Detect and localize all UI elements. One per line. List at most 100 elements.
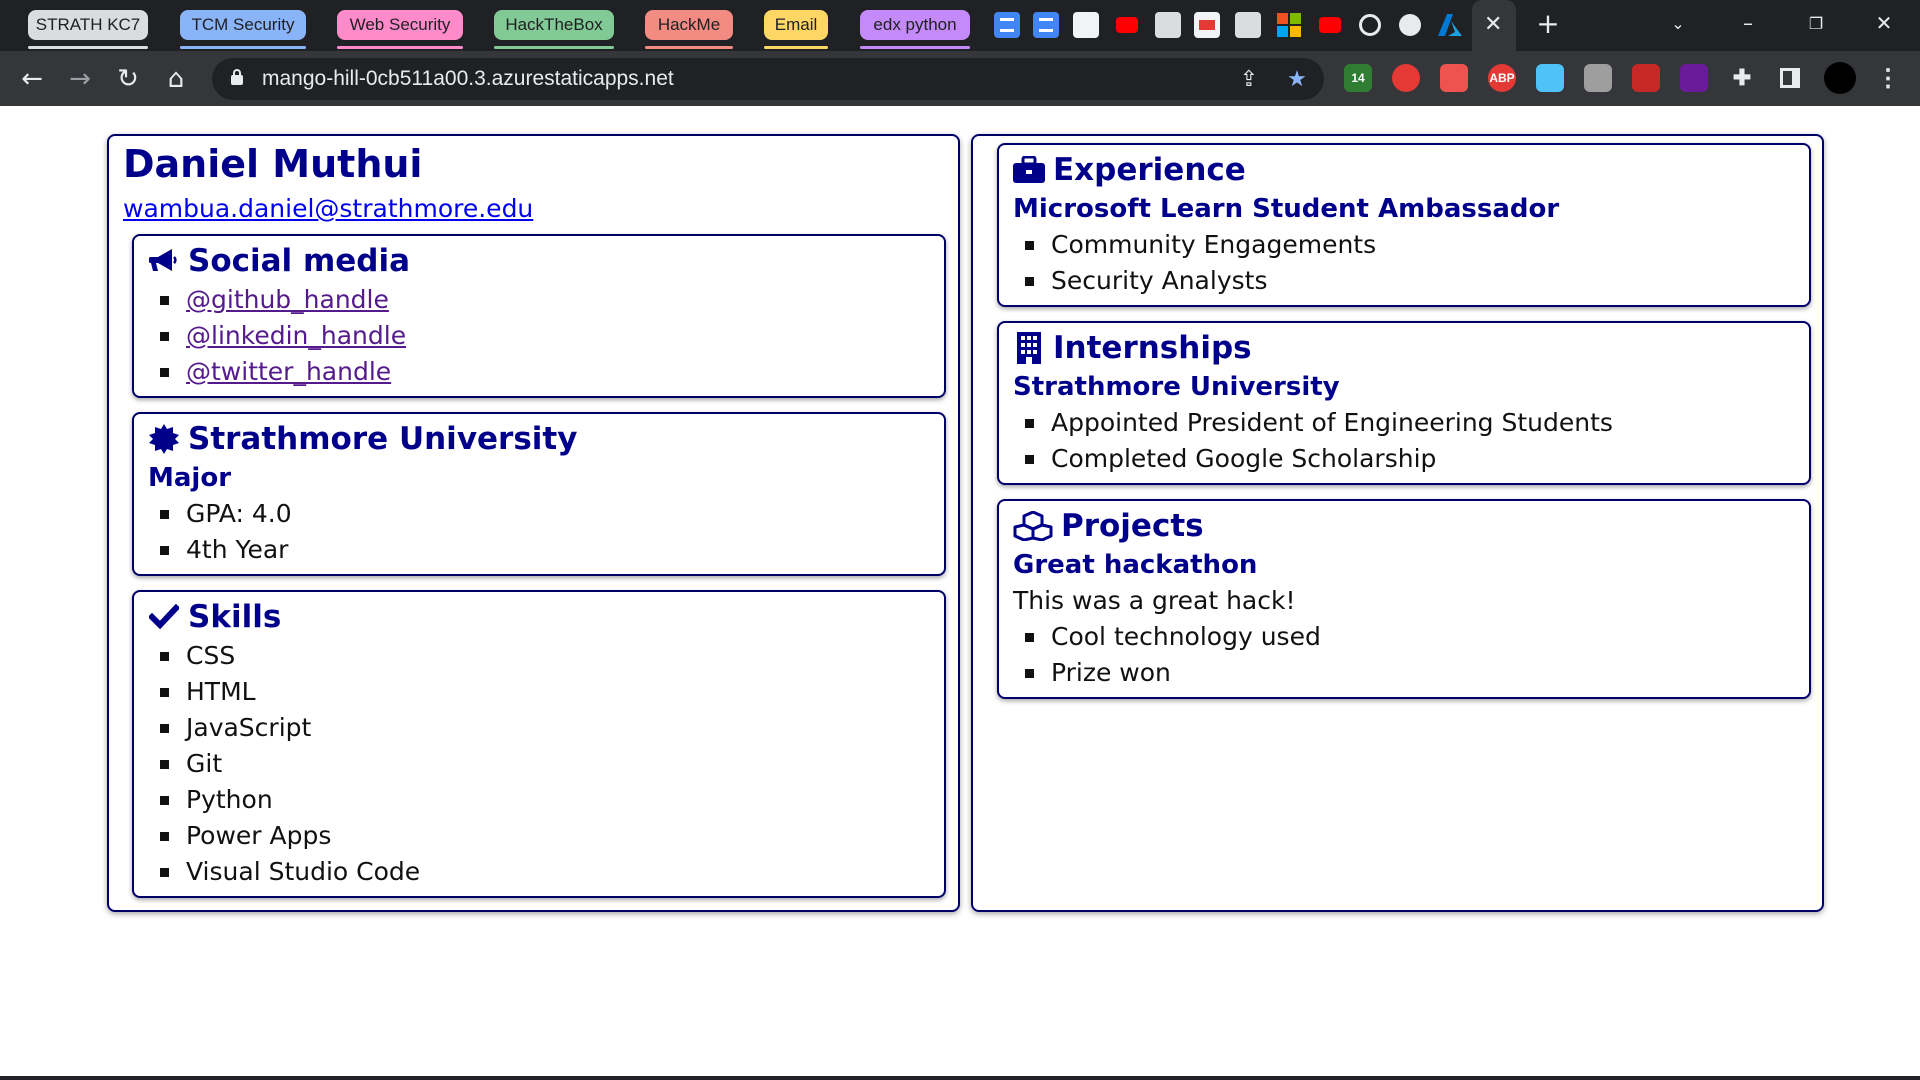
page-tab-icon[interactable] <box>1073 12 1099 38</box>
monitor-extension-icon[interactable] <box>1680 64 1708 92</box>
youtube-tab-icon[interactable] <box>1114 12 1140 38</box>
list-item: CSS <box>148 638 930 674</box>
list-item: Visual Studio Code <box>148 854 930 890</box>
list-item: Git <box>148 746 930 782</box>
extension-badge: 14 <box>1351 71 1365 85</box>
menu-kebab-icon[interactable]: ⋮ <box>1874 64 1902 92</box>
github-tab-icon[interactable] <box>1357 12 1383 38</box>
printer-extension-icon[interactable] <box>1584 64 1612 92</box>
internships-heading: Internships <box>1013 327 1795 369</box>
projects-title: Projects <box>1061 508 1204 544</box>
education-subtitle: Major <box>148 463 232 493</box>
projects-card: Projects Great hackathon This was a grea… <box>997 499 1811 699</box>
twitter-link[interactable]: @twitter_handle <box>186 357 391 386</box>
list-item: HTML <box>148 674 930 710</box>
experience-title: Experience <box>1053 152 1246 188</box>
skills-list: CSS HTML JavaScript Git Python Power App… <box>148 638 930 890</box>
social-media-card: Social media @github_handle @linkedin_ha… <box>132 234 946 398</box>
list-item: 4th Year <box>148 532 930 568</box>
education-title: Strathmore University <box>188 421 578 457</box>
certificate-icon <box>148 423 180 455</box>
left-column: Daniel Muthui wambua.daniel@strathmore.e… <box>107 134 960 912</box>
close-window-icon[interactable]: ✕ <box>1866 8 1902 38</box>
check-icon <box>148 601 180 633</box>
home-icon[interactable]: ⌂ <box>158 61 194 97</box>
projects-subtitle: Great hackathon <box>1013 550 1258 580</box>
list-item: @twitter_handle <box>148 354 930 390</box>
back-icon[interactable]: ← <box>14 61 50 97</box>
experience-subtitle: Microsoft Learn Student Ambassador <box>1013 194 1560 224</box>
social-media-heading: Social media <box>148 240 930 282</box>
azure-tab-icon[interactable] <box>1437 12 1463 38</box>
projects-list: Cool technology used Prize won <box>1013 619 1795 691</box>
adblock-extension-icon[interactable]: ABP <box>1488 64 1516 92</box>
microsoft-tab-icon[interactable] <box>1276 12 1302 38</box>
list-item: Python <box>148 782 930 818</box>
tab-group-hackme[interactable]: HackMe <box>645 10 733 49</box>
extensions-puzzle-icon[interactable]: ✚ <box>1728 64 1756 92</box>
skills-heading: Skills <box>148 596 930 638</box>
internships-subtitle: Strathmore University <box>1013 372 1340 402</box>
briefcase-icon <box>1013 154 1045 186</box>
pdf-extension-icon[interactable] <box>1440 64 1468 92</box>
linkedin-link[interactable]: @linkedin_handle <box>186 321 406 350</box>
shield-extension-icon[interactable]: 14 <box>1344 64 1372 92</box>
page-tab-icon[interactable] <box>1235 12 1261 38</box>
list-item: JavaScript <box>148 710 930 746</box>
bookmark-star-icon[interactable]: ★ <box>1282 64 1312 94</box>
cubes-icon <box>1013 510 1053 542</box>
tab-group-email[interactable]: Email <box>764 10 828 49</box>
side-panel-icon[interactable] <box>1776 64 1804 92</box>
projects-heading: Projects <box>1013 505 1795 547</box>
tab-group-strath-kc7[interactable]: STRATH KC7 <box>28 10 148 49</box>
active-tab[interactable]: ✕ <box>1472 0 1516 51</box>
share-icon[interactable]: ⇪ <box>1234 64 1264 94</box>
list-item: Prize won <box>1013 655 1795 691</box>
list-item: Power Apps <box>148 818 930 854</box>
lock-icon[interactable] <box>230 68 244 86</box>
page-tab-icon[interactable] <box>1155 12 1181 38</box>
skills-card: Skills CSS HTML JavaScript Git Python Po… <box>132 590 946 898</box>
right-column: Experience Microsoft Learn Student Ambas… <box>971 134 1824 912</box>
hand-extension-icon[interactable] <box>1392 64 1420 92</box>
internships-list: Appointed President of Engineering Stude… <box>1013 405 1795 477</box>
address-bar[interactable]: mango-hill-0cb511a00.3.azurestaticapps.n… <box>212 58 1324 100</box>
docs-tab-icon[interactable] <box>994 12 1020 38</box>
acrobat-extension-icon[interactable] <box>1632 64 1660 92</box>
docs-tab-icon[interactable] <box>1033 12 1059 38</box>
globe-tab-icon[interactable] <box>1397 12 1423 38</box>
restore-icon[interactable]: ❐ <box>1798 8 1834 38</box>
list-item: Cool technology used <box>1013 619 1795 655</box>
url-text[interactable]: mango-hill-0cb511a00.3.azurestaticapps.n… <box>262 58 674 100</box>
tab-group-web-security[interactable]: Web Security <box>337 10 463 49</box>
tab-group-hackthebox[interactable]: HackTheBox <box>494 10 614 49</box>
education-heading: Strathmore University <box>148 418 930 460</box>
skills-title: Skills <box>188 599 282 635</box>
tab-group-edx-python[interactable]: edx python <box>860 10 970 49</box>
reload-icon[interactable]: ↻ <box>110 61 146 97</box>
cloud-extension-icon[interactable] <box>1536 64 1564 92</box>
tab-group-tcm-security[interactable]: TCM Security <box>180 10 306 49</box>
social-media-title: Social media <box>188 243 411 279</box>
education-list: GPA: 4.0 4th Year <box>148 496 930 568</box>
email-link[interactable]: wambua.daniel@strathmore.edu <box>123 194 533 223</box>
experience-card: Experience Microsoft Learn Student Ambas… <box>997 143 1811 307</box>
tab-search-icon[interactable]: ⌄ <box>1660 8 1696 38</box>
education-card: Strathmore University Major GPA: 4.0 4th… <box>132 412 946 576</box>
project-description: This was a great hack! <box>1013 586 1296 615</box>
github-link[interactable]: @github_handle <box>186 285 389 314</box>
youtube-tab-icon[interactable] <box>1317 12 1343 38</box>
minimize-icon[interactable]: – <box>1730 8 1766 38</box>
new-tab-icon[interactable]: + <box>1530 7 1566 40</box>
internships-card: Internships Strathmore University Appoin… <box>997 321 1811 485</box>
megaphone-icon <box>148 245 180 277</box>
forward-icon[interactable]: → <box>62 61 98 97</box>
pdf-tab-icon[interactable] <box>1194 12 1220 38</box>
close-tab-icon[interactable]: ✕ <box>1484 12 1502 37</box>
taskbar-edge <box>0 1076 1920 1080</box>
building-icon <box>1013 332 1045 364</box>
profile-avatar[interactable] <box>1824 62 1856 94</box>
experience-list: Community Engagements Security Analysts <box>1013 227 1795 299</box>
social-links-list: @github_handle @linkedin_handle @twitter… <box>148 282 930 390</box>
experience-heading: Experience <box>1013 149 1795 191</box>
